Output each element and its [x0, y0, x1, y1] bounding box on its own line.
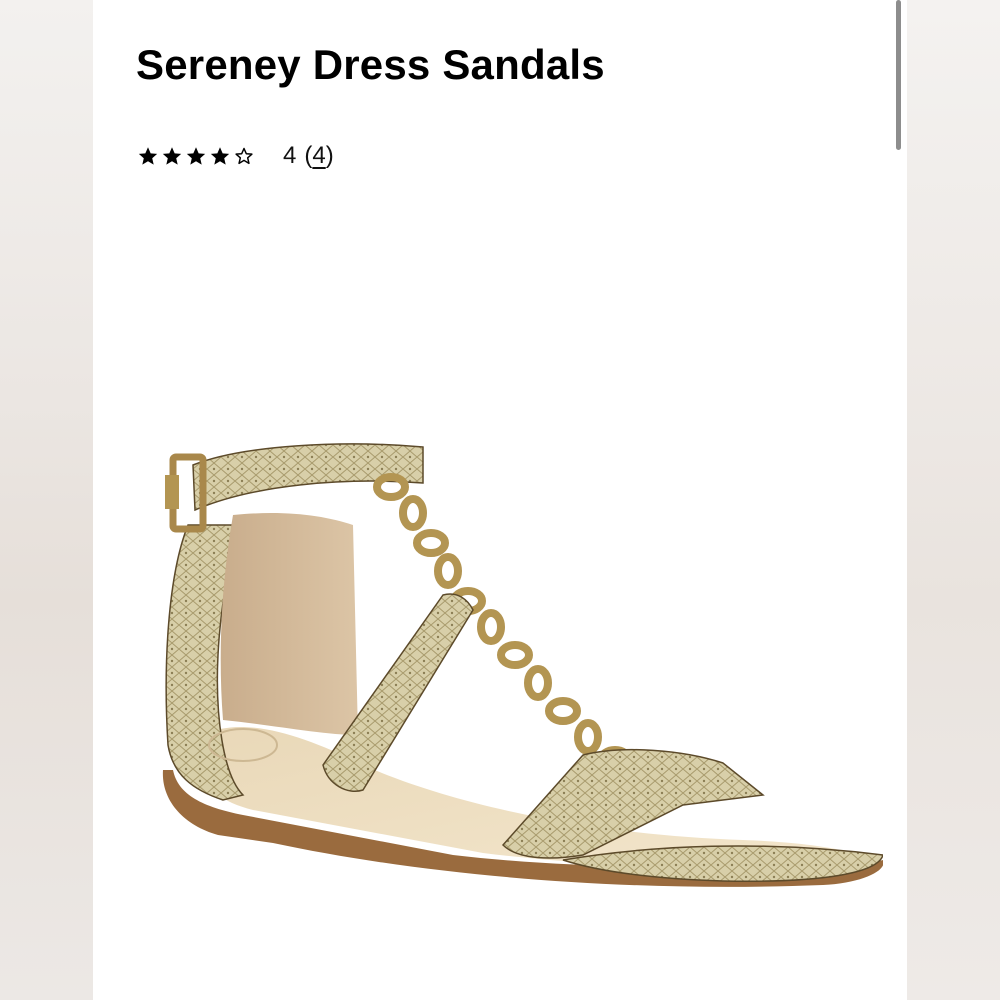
product-panel: Sereney Dress Sandals 4 (4) — [93, 0, 907, 1000]
scrollbar-thumb[interactable] — [896, 0, 901, 150]
star-filled-icon — [210, 147, 230, 165]
right-backdrop — [907, 0, 1000, 1000]
review-count-wrap: (4) — [304, 140, 333, 172]
product-title: Sereney Dress Sandals — [136, 41, 605, 88]
product-rating: 4 (4) — [137, 140, 334, 172]
star-rating — [137, 145, 255, 167]
star-outline-icon — [235, 147, 253, 165]
close-paren: ) — [325, 142, 334, 169]
star-filled-icon — [186, 147, 206, 165]
star-filled-icon — [138, 147, 158, 165]
left-backdrop — [0, 0, 93, 1000]
rating-score: 4 — [283, 142, 297, 169]
review-count-link[interactable]: 4 — [312, 142, 325, 169]
star-filled-icon — [162, 147, 182, 165]
product-image[interactable] — [123, 415, 883, 915]
